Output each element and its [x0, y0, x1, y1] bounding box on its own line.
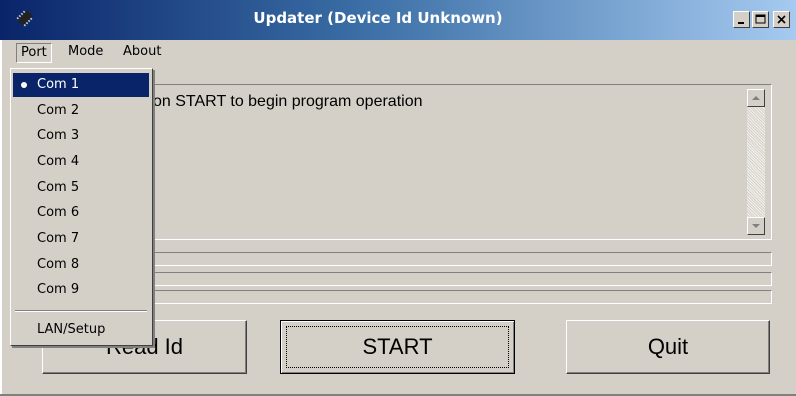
- window-border-left: [0, 40, 2, 396]
- quit-button[interactable]: Quit: [566, 320, 770, 374]
- menu-port[interactable]: Port: [16, 43, 52, 63]
- menu-about[interactable]: About: [119, 43, 165, 63]
- start-button[interactable]: START: [280, 320, 515, 374]
- minimize-button[interactable]: [733, 11, 750, 28]
- message-text: on START to begin program operation: [153, 93, 423, 110]
- menu-mode[interactable]: Mode: [64, 43, 107, 63]
- menu-item-label: LAN/Setup: [37, 322, 106, 337]
- menu-item-com8[interactable]: Com 8: [13, 253, 149, 277]
- scroll-down-button[interactable]: [747, 217, 765, 235]
- menu-item-label: Com 8: [37, 257, 80, 272]
- maximize-icon: [755, 14, 766, 24]
- menu-item-com3[interactable]: Com 3: [13, 124, 149, 148]
- arrow-up-icon: [752, 96, 760, 100]
- menu-item-com7[interactable]: Com 7: [13, 227, 149, 251]
- vertical-scrollbar[interactable]: [747, 89, 765, 235]
- minimize-icon: [738, 22, 744, 24]
- menu-item-label: Com 7: [37, 231, 80, 246]
- progress-bar-2: [140, 272, 772, 286]
- message-area[interactable]: on START to begin program operation: [140, 84, 772, 240]
- menu-item-label: Com 3: [37, 128, 80, 143]
- focus-rectangle: [286, 326, 509, 368]
- menu-item-com6[interactable]: Com 6: [13, 201, 149, 225]
- radio-bullet-icon: [21, 82, 27, 88]
- progress-bar-3: [140, 290, 772, 304]
- menu-item-label: Com 4: [37, 154, 80, 169]
- maximize-button[interactable]: [752, 11, 769, 28]
- window-title: Updater (Device Id Unknown): [253, 9, 503, 27]
- progress-bar-1: [140, 252, 772, 266]
- menu-item-label: Com 1: [37, 77, 80, 92]
- menu-item-label: Com 5: [37, 180, 80, 195]
- menu-item-label: Com 9: [37, 282, 80, 297]
- menu-item-label: Com 6: [37, 205, 80, 220]
- title-bar[interactable]: Updater (Device Id Unknown): [0, 0, 796, 40]
- close-button[interactable]: [773, 11, 790, 28]
- menu-item-com4[interactable]: Com 4: [13, 150, 149, 174]
- arrow-down-icon: [752, 224, 760, 228]
- scroll-up-button[interactable]: [747, 89, 765, 107]
- menu-item-lan-setup[interactable]: LAN/Setup: [13, 318, 149, 342]
- port-menu: Com 1 Com 2 Com 3 Com 4 Com 5 Com 6 Com …: [10, 68, 153, 346]
- menu-item-label: Com 2: [37, 103, 80, 118]
- menu-item-com1[interactable]: Com 1: [13, 73, 149, 97]
- menu-bar: Port Mode About: [0, 40, 796, 64]
- close-icon: [777, 15, 786, 24]
- menu-separator: [15, 310, 147, 312]
- menu-item-com5[interactable]: Com 5: [13, 176, 149, 200]
- menu-item-com2[interactable]: Com 2: [13, 99, 149, 123]
- quit-label: Quit: [647, 334, 689, 359]
- menu-item-com9[interactable]: Com 9: [13, 278, 149, 302]
